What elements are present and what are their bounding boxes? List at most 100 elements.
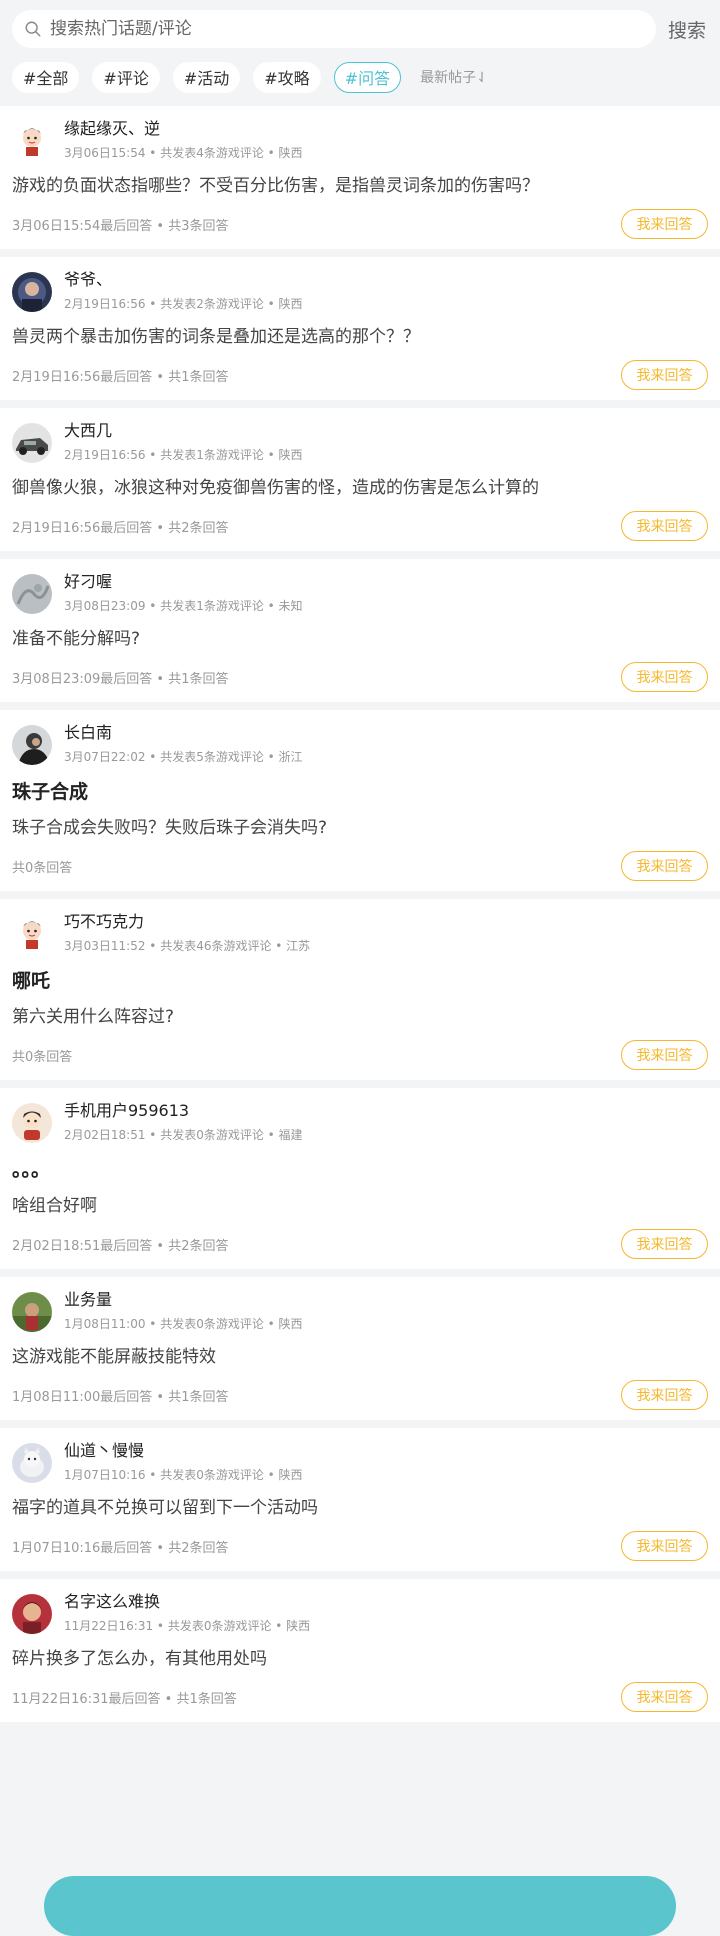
post-header: 业务量 1月08日11:00 • 共发表0条游戏评论 • 陕西 — [12, 1277, 708, 1333]
post-item[interactable]: 缘起缘灭、逆 3月06日15:54 • 共发表4条游戏评论 • 陕西游戏的负面状态… — [0, 106, 720, 249]
author-meta: 2月19日16:56 • 共发表2条游戏评论 • 陕西 — [64, 297, 303, 311]
post-body[interactable]: 碎片换多了怎么办，有其他用处吗 — [12, 1646, 708, 1672]
post-footer: 2月19日16:56最后回答 • 共1条回答 我来回答 — [12, 350, 708, 400]
post-title[interactable]: 哪吒 — [12, 969, 708, 993]
reply-summary: 3月06日15:54最后回答 • 共3条回答 — [12, 218, 229, 234]
author-name[interactable]: 名字这么难换 — [64, 1592, 310, 1612]
post-item[interactable]: 名字这么难换 11月22日16:31 • 共发表0条游戏评论 • 陕西碎片换多了怎… — [0, 1579, 720, 1722]
search-button[interactable]: 搜索 — [668, 16, 706, 43]
post-header: 巧不巧克力 3月03日11:52 • 共发表46条游戏评论 • 江苏 — [12, 899, 708, 955]
reply-button[interactable]: 我来回答 — [621, 1229, 708, 1259]
reply-button[interactable]: 我来回答 — [621, 360, 708, 390]
author-meta: 11月22日16:31 • 共发表0条游戏评论 • 陕西 — [64, 1619, 311, 1633]
author-meta: 1月07日10:16 • 共发表0条游戏评论 • 陕西 — [64, 1468, 303, 1482]
search-input[interactable] — [50, 19, 656, 39]
author-name[interactable]: 大西几 — [64, 421, 303, 441]
tag-guides[interactable]: #攻略 — [253, 61, 321, 93]
cartoon-avatar-icon[interactable] — [12, 121, 52, 161]
reply-button[interactable]: 我来回答 — [621, 1682, 708, 1712]
author-info: 缘起缘灭、逆 3月06日15:54 • 共发表4条游戏评论 • 陕西 — [64, 119, 303, 162]
post-header: 仙道丶慢慢 1月07日10:16 • 共发表0条游戏评论 • 陕西 — [12, 1428, 708, 1484]
reply-summary: 2月19日16:56最后回答 • 共1条回答 — [12, 369, 229, 385]
post-title[interactable]: 珠子合成 — [12, 780, 708, 804]
post-item[interactable]: 爷爷、 2月19日16:56 • 共发表2条游戏评论 • 陕西兽灵两个暴击加伤害的… — [0, 257, 720, 400]
post-header: 名字这么难换 11月22日16:31 • 共发表0条游戏评论 • 陕西 — [12, 1579, 708, 1635]
reply-button[interactable]: 我来回答 — [621, 662, 708, 692]
post-footer: 2月19日16:56最后回答 • 共2条回答 我来回答 — [12, 501, 708, 551]
car-avatar-icon[interactable] — [12, 423, 52, 463]
post-body[interactable]: 啥组合好啊 — [12, 1193, 708, 1219]
photo-avatar-icon[interactable] — [12, 272, 52, 312]
reply-button[interactable]: 我来回答 — [621, 1380, 708, 1410]
author-info: 好刁喔 3月08日23:09 • 共发表1条游戏评论 • 未知 — [64, 572, 303, 615]
cartoon-avatar-icon[interactable] — [12, 914, 52, 954]
author-name[interactable]: 缘起缘灭、逆 — [64, 119, 303, 139]
tag-qa[interactable]: #问答 — [333, 61, 402, 93]
author-name[interactable]: 巧不巧克力 — [64, 912, 310, 932]
default-avatar-icon[interactable] — [12, 1103, 52, 1143]
author-name[interactable]: 手机用户959613 — [64, 1101, 303, 1121]
reply-button[interactable]: 我来回答 — [621, 209, 708, 239]
post-item[interactable]: 好刁喔 3月08日23:09 • 共发表1条游戏评论 • 未知准备不能分解吗? 3月… — [0, 559, 720, 702]
post-item[interactable]: 大西几 2月19日16:56 • 共发表1条游戏评论 • 陕西御兽像火狼，冰狼这种… — [0, 408, 720, 551]
post-item[interactable]: 业务量 1月08日11:00 • 共发表0条游戏评论 • 陕西这游戏能不能屏蔽技能… — [0, 1277, 720, 1420]
ask-question-bar[interactable] — [44, 1876, 676, 1936]
author-info: 大西几 2月19日16:56 • 共发表1条游戏评论 • 陕西 — [64, 421, 303, 464]
author-name[interactable]: 好刁喔 — [64, 572, 303, 592]
post-body[interactable]: 珠子合成会失败吗？失败后珠子会消失吗? — [12, 815, 708, 841]
post-body[interactable]: 御兽像火狼，冰狼这种对免疫御兽伤害的怪，造成的伤害是怎么计算的 — [12, 475, 708, 501]
sort-dropdown[interactable]: 最新帖子⇃ — [420, 67, 488, 87]
search-box[interactable] — [12, 10, 656, 48]
post-item[interactable]: 手机用户959613 2月02日18:51 • 共发表0条游戏评论 • 福建。。。… — [0, 1088, 720, 1269]
post-body[interactable]: 这游戏能不能屏蔽技能特效 — [12, 1344, 708, 1370]
author-meta: 3月06日15:54 • 共发表4条游戏评论 • 陕西 — [64, 146, 303, 160]
tag-comments[interactable]: #评论 — [92, 61, 160, 93]
pet-avatar-icon[interactable] — [12, 1443, 52, 1483]
outdoor-avatar-icon[interactable] — [12, 1292, 52, 1332]
post-body[interactable]: 福字的道具不兑换可以留到下一个活动吗 — [12, 1495, 708, 1521]
tag-all[interactable]: #全部 — [12, 61, 80, 93]
reply-button[interactable]: 我来回答 — [621, 1040, 708, 1070]
post-header: 爷爷、 2月19日16:56 • 共发表2条游戏评论 • 陕西 — [12, 257, 708, 313]
post-list: 缘起缘灭、逆 3月06日15:54 • 共发表4条游戏评论 • 陕西游戏的负面状态… — [0, 106, 720, 1722]
post-item[interactable]: 巧不巧克力 3月03日11:52 • 共发表46条游戏评论 • 江苏哪吒第六关用什… — [0, 899, 720, 1080]
post-item[interactable]: 长白南 3月07日22:02 • 共发表5条游戏评论 • 浙江珠子合成珠子合成会失… — [0, 710, 720, 891]
post-item[interactable]: 仙道丶慢慢 1月07日10:16 • 共发表0条游戏评论 • 陕西福字的道具不兑换… — [0, 1428, 720, 1571]
author-meta: 3月08日23:09 • 共发表1条游戏评论 • 未知 — [64, 599, 303, 613]
header: 搜索 #全部 #评论 #活动 #攻略 #问答 最新帖子⇃ — [0, 0, 720, 106]
reply-summary: 1月08日11:00最后回答 • 共1条回答 — [12, 1389, 229, 1405]
red-avatar-icon[interactable] — [12, 1594, 52, 1634]
post-body[interactable]: 游戏的负面状态指哪些？不受百分比伤害，是指兽灵词条加的伤害吗？ — [12, 173, 708, 199]
author-name[interactable]: 业务量 — [64, 1290, 303, 1310]
reply-button[interactable]: 我来回答 — [621, 511, 708, 541]
reply-button[interactable]: 我来回答 — [621, 1531, 708, 1561]
reply-summary: 1月07日10:16最后回答 • 共2条回答 — [12, 1540, 229, 1556]
post-body[interactable]: 第六关用什么阵容过? — [12, 1004, 708, 1030]
tag-events[interactable]: #活动 — [172, 61, 241, 93]
author-name[interactable]: 长白南 — [64, 723, 303, 743]
reply-summary: 共0条回答 — [12, 860, 73, 876]
author-info: 业务量 1月08日11:00 • 共发表0条游戏评论 • 陕西 — [64, 1290, 303, 1333]
post-header: 手机用户959613 2月02日18:51 • 共发表0条游戏评论 • 福建 — [12, 1088, 708, 1144]
author-name[interactable]: 爷爷、 — [64, 270, 303, 290]
author-meta: 1月08日11:00 • 共发表0条游戏评论 • 陕西 — [64, 1317, 303, 1331]
search-row: 搜索 — [12, 10, 708, 48]
post-header: 好刁喔 3月08日23:09 • 共发表1条游戏评论 • 未知 — [12, 559, 708, 615]
post-footer: 1月08日11:00最后回答 • 共1条回答 我来回答 — [12, 1370, 708, 1420]
post-body[interactable]: 准备不能分解吗? — [12, 626, 708, 652]
reply-summary: 2月02日18:51最后回答 • 共2条回答 — [12, 1238, 229, 1254]
author-meta: 3月03日11:52 • 共发表46条游戏评论 • 江苏 — [64, 939, 311, 953]
author-info: 巧不巧克力 3月03日11:52 • 共发表46条游戏评论 • 江苏 — [64, 912, 310, 955]
author-info: 手机用户959613 2月02日18:51 • 共发表0条游戏评论 • 福建 — [64, 1101, 303, 1144]
post-title[interactable]: 。。。 — [12, 1158, 708, 1182]
portrait-avatar-icon[interactable] — [12, 725, 52, 765]
post-header: 缘起缘灭、逆 3月06日15:54 • 共发表4条游戏评论 • 陕西 — [12, 106, 708, 162]
post-footer: 共0条回答 我来回答 — [12, 1030, 708, 1080]
sketch-avatar-icon[interactable] — [12, 574, 52, 614]
post-body[interactable]: 兽灵两个暴击加伤害的词条是叠加还是选高的那个？？ — [12, 324, 708, 350]
reply-summary: 共0条回答 — [12, 1049, 73, 1065]
author-name[interactable]: 仙道丶慢慢 — [64, 1441, 303, 1461]
reply-button[interactable]: 我来回答 — [621, 851, 708, 881]
post-footer: 11月22日16:31最后回答 • 共1条回答 我来回答 — [12, 1672, 708, 1722]
author-meta: 3月07日22:02 • 共发表5条游戏评论 • 浙江 — [64, 750, 303, 764]
